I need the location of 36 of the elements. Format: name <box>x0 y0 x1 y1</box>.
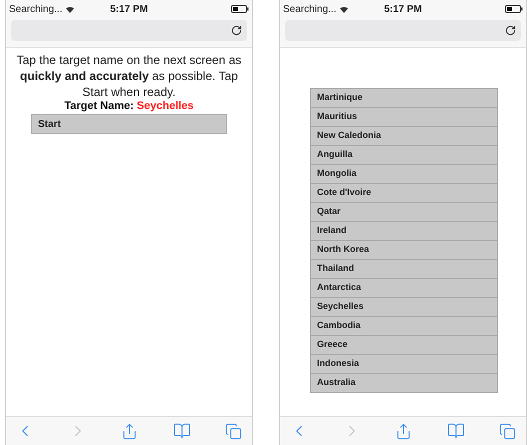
carrier-text: Searching... <box>283 2 336 16</box>
clock-text: 5:17 PM <box>110 2 148 16</box>
list-item[interactable]: Antarctica <box>310 278 498 298</box>
list-item[interactable]: Cote d'Ivoire <box>310 183 498 203</box>
list-item[interactable]: Anguilla <box>310 145 498 165</box>
tabs-icon[interactable] <box>225 422 242 440</box>
wifi-icon <box>65 5 76 13</box>
list-item[interactable]: New Caledonia <box>310 126 498 146</box>
list-item[interactable]: Cambodia <box>310 316 498 336</box>
list-item[interactable]: Seychelles <box>310 297 498 317</box>
start-button[interactable]: Start <box>31 114 227 134</box>
list-item[interactable]: Indonesia <box>310 354 498 374</box>
reload-icon[interactable] <box>505 25 516 36</box>
list-item[interactable]: North Korea <box>310 240 498 260</box>
clock-text: 5:17 PM <box>384 2 422 16</box>
instruction-text: Tap the target name on the next screen as quickly and accurately as possible. Tap Start when ready. <box>16 52 242 100</box>
tabs-icon[interactable] <box>499 422 516 440</box>
share-icon[interactable] <box>395 422 412 440</box>
list-item[interactable]: Ireland <box>310 221 498 241</box>
list-item[interactable]: Australia <box>310 373 498 393</box>
list-item[interactable]: Mauritius <box>310 107 498 127</box>
list-item[interactable]: Mongolia <box>310 164 498 184</box>
bookmarks-icon[interactable] <box>172 422 190 440</box>
wifi-icon <box>339 5 350 13</box>
battery-icon <box>504 5 523 13</box>
battery-icon <box>230 5 249 13</box>
target-name: Seychelles <box>136 100 194 113</box>
share-icon[interactable] <box>121 422 138 440</box>
reload-icon[interactable] <box>231 25 242 36</box>
carrier-text: Searching... <box>9 2 62 16</box>
bookmarks-icon[interactable] <box>446 422 464 440</box>
list-item[interactable]: Martinique <box>310 88 498 108</box>
list-item[interactable]: Greece <box>310 335 498 355</box>
target-label: Target Name: <box>64 100 134 113</box>
list-item[interactable]: Thailand <box>310 259 498 279</box>
list-item[interactable]: Qatar <box>310 202 498 222</box>
